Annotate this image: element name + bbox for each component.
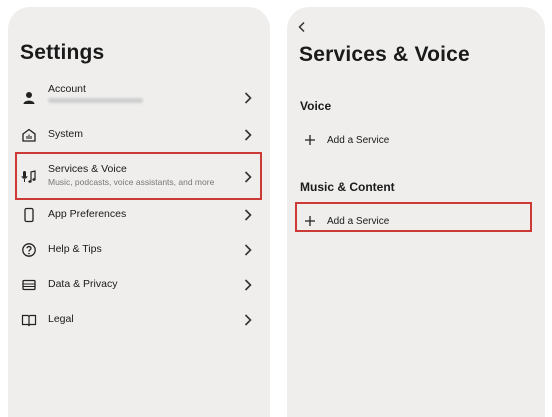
page-title: Services & Voice (299, 43, 470, 66)
plus-icon (304, 134, 316, 146)
chevron-right-icon (242, 208, 254, 222)
settings-item-help-tips[interactable]: Help & Tips (8, 235, 270, 265)
settings-item-label: Account (48, 83, 86, 95)
settings-item-label: Help & Tips (48, 243, 102, 255)
settings-panel: Settings Account System Services & Voice… (8, 7, 270, 417)
settings-item-app-preferences[interactable]: App Preferences (8, 200, 270, 230)
book-icon (21, 312, 37, 328)
services-voice-panel: Services & Voice Voice Add a Service Mus… (287, 7, 545, 417)
chevron-right-icon (242, 278, 254, 292)
question-icon (21, 242, 37, 258)
account-email-redacted (48, 98, 143, 103)
settings-item-account[interactable]: Account (8, 83, 270, 113)
settings-item-label: Data & Privacy (48, 278, 118, 290)
settings-item-data-privacy[interactable]: Data & Privacy (8, 270, 270, 300)
music-content-section-heading: Music & Content (300, 180, 395, 194)
settings-item-system[interactable]: System (8, 120, 270, 150)
settings-item-label: App Preferences (48, 208, 127, 220)
add-service-label: Add a Service (327, 135, 390, 146)
back-chevron-icon[interactable] (297, 21, 307, 33)
chevron-right-icon (242, 243, 254, 257)
settings-item-label: System (48, 128, 84, 140)
page-title: Settings (20, 41, 105, 64)
phone-icon (21, 207, 37, 223)
settings-item-label: Legal (48, 313, 74, 325)
voice-section-heading: Voice (300, 99, 332, 113)
card-icon (21, 277, 37, 293)
person-icon (21, 90, 37, 106)
highlight-box (295, 202, 532, 232)
settings-item-legal[interactable]: Legal (8, 305, 270, 335)
home-icon (21, 127, 37, 143)
chevron-right-icon (242, 128, 254, 142)
chevron-right-icon (242, 91, 254, 105)
chevron-right-icon (242, 313, 254, 327)
highlight-box (15, 152, 262, 200)
voice-add-service[interactable]: Add a Service (287, 127, 545, 155)
